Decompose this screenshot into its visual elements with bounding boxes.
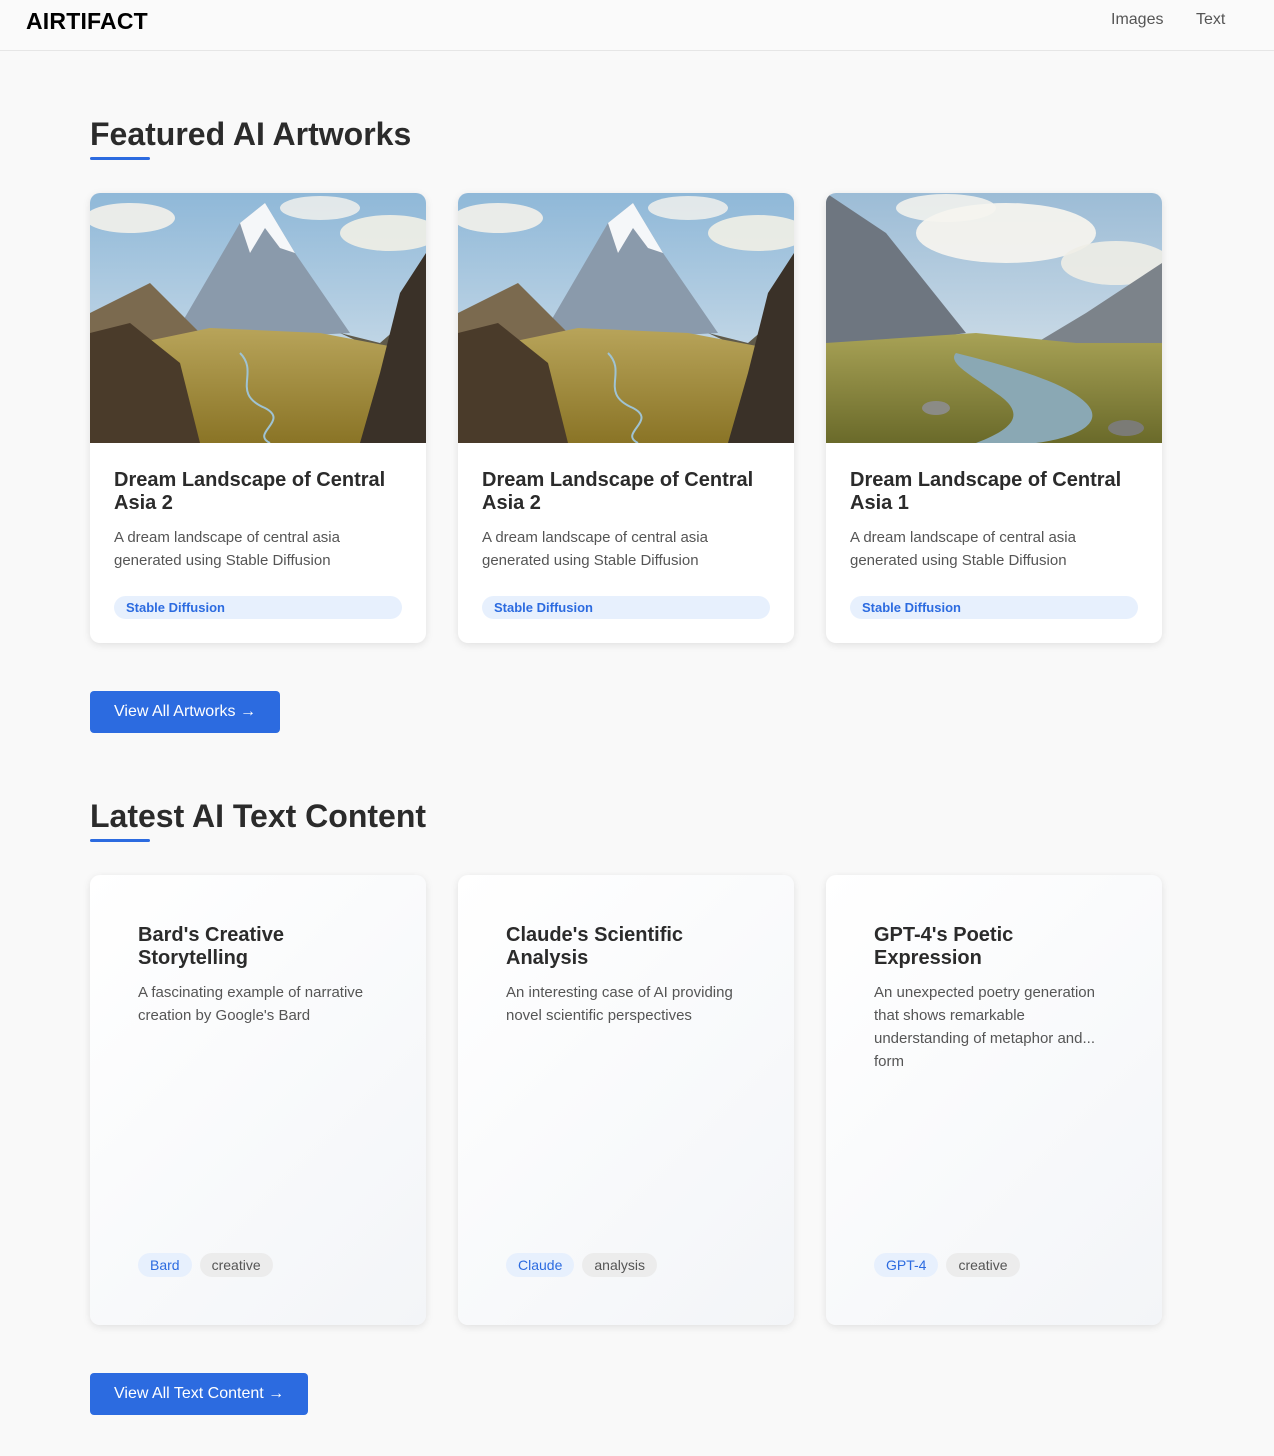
text-content-card[interactable]: GPT-4's Poetic Expression An unexpected … — [826, 875, 1162, 1325]
category-tag: creative — [199, 1253, 273, 1277]
featured-section-title: Featured AI Artworks — [90, 116, 412, 152]
view-all-artworks-button[interactable]: View All Artworks → — [90, 691, 280, 733]
artwork-image[interactable] — [458, 193, 794, 443]
text-content-card[interactable]: Bard's Creative Storytelling A fascinati… — [90, 875, 426, 1325]
category-tag: creative — [946, 1253, 1020, 1277]
model-tag: Bard — [138, 1253, 192, 1277]
text-content-card[interactable]: Claude's Scientific Analysis An interest… — [458, 875, 794, 1325]
artwork-image[interactable] — [826, 193, 1162, 443]
tag-row: GPT-4 creative — [874, 1253, 1020, 1277]
text-card-title[interactable]: Bard's Creative Storytelling — [138, 924, 388, 970]
title-underline — [90, 839, 150, 842]
text-card-description: A fascinating example of narrative creat… — [138, 984, 364, 1024]
category-tag: analysis — [582, 1253, 657, 1277]
top-navbar: AIRTIFACT Images Text — [0, 0, 1274, 51]
artwork-title[interactable]: Dream Landscape of Central Asia 1 — [850, 469, 1140, 515]
model-tag: Stable Diffusion — [114, 596, 402, 619]
artwork-description: A dream landscape of central asia genera… — [114, 529, 340, 569]
text-card-title[interactable]: GPT-4's Poetic Expression — [874, 924, 1124, 970]
nav-link-text[interactable]: Text — [1196, 11, 1225, 29]
tag-row: Bard creative — [138, 1253, 273, 1277]
latest-section-title: Latest AI Text Content — [90, 798, 427, 834]
artwork-description: A dream landscape of central asia genera… — [482, 529, 708, 569]
site-logo[interactable]: AIRTIFACT — [26, 8, 148, 35]
artwork-description: A dream landscape of central asia genera… — [850, 529, 1076, 569]
artwork-card[interactable]: Dream Landscape of Central Asia 2 A drea… — [458, 193, 794, 643]
model-tag: Stable Diffusion — [850, 596, 1138, 619]
artwork-title[interactable]: Dream Landscape of Central Asia 2 — [114, 469, 404, 515]
artwork-card[interactable]: Dream Landscape of Central Asia 1 A drea… — [826, 193, 1162, 643]
view-all-text-button[interactable]: View All Text Content → — [90, 1373, 309, 1415]
text-card-description: An unexpected poetry generation that sho… — [874, 984, 1095, 1070]
text-card-title[interactable]: Claude's Scientific Analysis — [506, 924, 756, 970]
model-tag: GPT-4 — [874, 1253, 939, 1277]
artwork-card[interactable]: Dream Landscape of Central Asia 2 A drea… — [90, 193, 426, 643]
model-tag: Stable Diffusion — [482, 596, 770, 619]
tag-row: Claude analysis — [506, 1253, 657, 1277]
artwork-image[interactable] — [90, 193, 426, 443]
text-card-description: An interesting case of AI providing nove… — [506, 984, 733, 1024]
nav-link-images[interactable]: Images — [1111, 11, 1163, 29]
model-tag: Claude — [506, 1253, 575, 1277]
title-underline — [90, 157, 150, 160]
artwork-title[interactable]: Dream Landscape of Central Asia 2 — [482, 469, 772, 515]
